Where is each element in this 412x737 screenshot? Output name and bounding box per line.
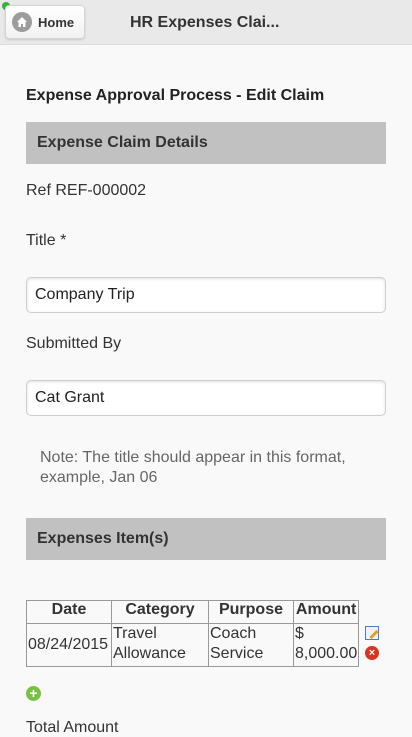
title-format-note: Note: The title should appear in this fo… <box>40 449 346 486</box>
title-label: Title * <box>26 232 67 249</box>
column-header-amount: Amount <box>292 600 360 624</box>
expense-items-table: Date Category Purpose Amount 08/24/2015 … <box>26 600 360 667</box>
add-icon[interactable]: + <box>26 686 41 701</box>
home-icon <box>12 12 32 32</box>
submitted-by-label: Submitted By <box>26 335 122 352</box>
edit-icon[interactable] <box>365 626 379 640</box>
submitted-by-input[interactable]: Cat Grant <box>26 380 386 416</box>
home-button-label: Home <box>38 14 75 30</box>
page-title: Expense Approval Process - Edit Claim <box>26 87 325 104</box>
column-header-date: Date <box>26 600 112 624</box>
table-header-row: Date Category Purpose Amount <box>26 600 360 624</box>
column-header-category: Category <box>111 600 209 624</box>
column-header-purpose: Purpose <box>208 600 294 624</box>
app-header: Home HR Expenses Clai... <box>0 0 412 45</box>
table-row: 08/24/2015 Travel Allowance Coach Servic… <box>26 623 360 667</box>
delete-icon[interactable]: × <box>365 646 379 660</box>
row-actions: × <box>365 626 381 660</box>
header-title: HR Expenses Clai... <box>130 14 280 31</box>
expense-items-section-header: Expenses Item(s) <box>26 518 386 560</box>
cell-date: 08/24/2015 <box>26 623 112 667</box>
title-input[interactable]: Company Trip <box>26 277 386 313</box>
cell-category: Travel Allowance <box>111 623 209 667</box>
total-amount-label: Total Amount <box>26 719 119 736</box>
cell-amount: $ 8,000.00 <box>292 623 360 667</box>
claim-details-section-header: Expense Claim Details <box>26 122 386 164</box>
reference-number: Ref REF-000002 <box>26 182 147 199</box>
cell-purpose: Coach Service <box>208 623 294 667</box>
home-button[interactable]: Home <box>5 5 85 39</box>
